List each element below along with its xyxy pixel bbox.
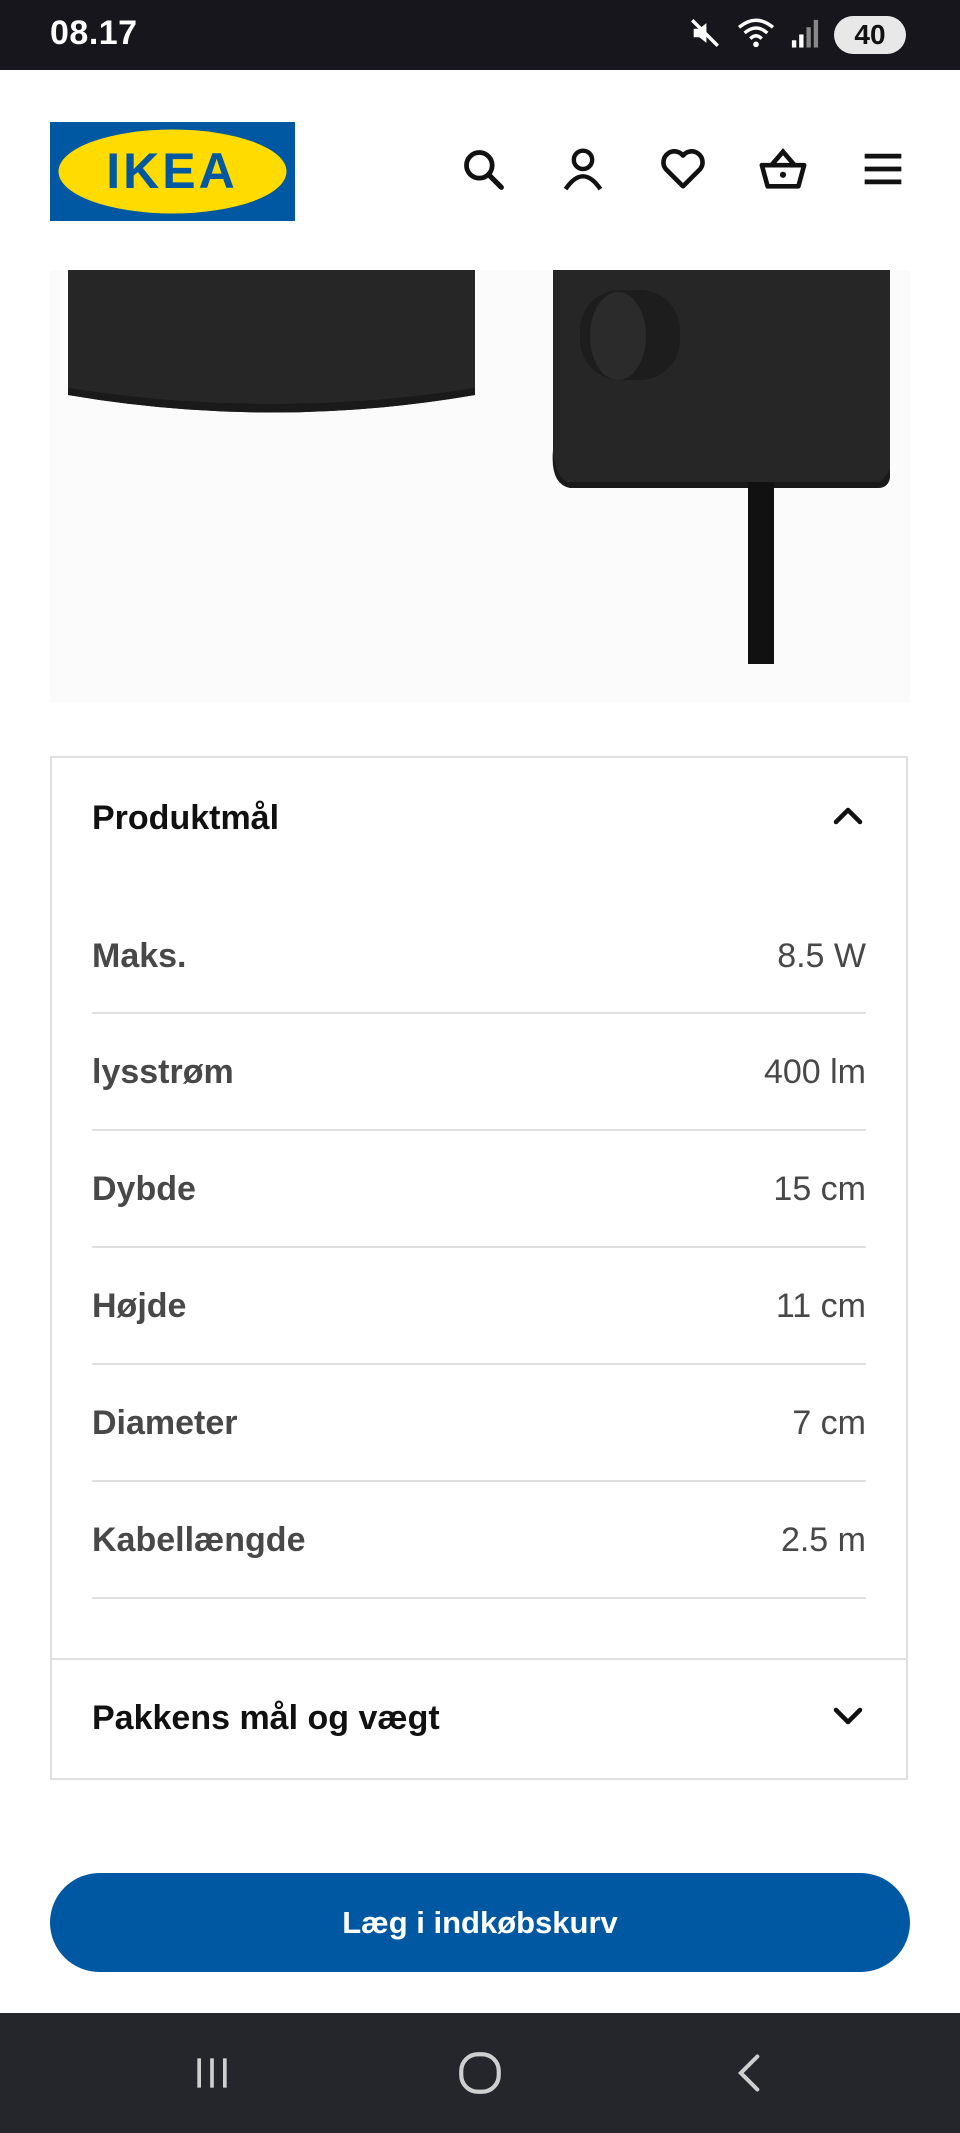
spec-list: Maks. 8.5 W lysstrøm 400 lm Dybde 15 cm …: [92, 900, 866, 1601]
spec-row: Diameter 7 cm: [92, 1367, 866, 1482]
product-dimensions-panel: Produktmål Maks. 8.5 W lysstrøm 400 lm D…: [50, 756, 908, 1780]
chevron-up-icon[interactable]: [830, 798, 866, 839]
spec-label: Kabellængde: [92, 1521, 306, 1559]
spec-value: 11 cm: [775, 1287, 866, 1325]
home-icon[interactable]: [450, 2043, 510, 2103]
spec-label: lysstrøm: [92, 1053, 234, 1091]
spec-row: Dybde 15 cm: [92, 1133, 866, 1248]
package-dimensions-header[interactable]: Pakkens mål og vægt: [92, 1688, 866, 1748]
wifi-icon: [736, 16, 776, 55]
product-image: [50, 270, 910, 702]
ikea-logo[interactable]: IKEA: [50, 122, 295, 221]
header-actions: [456, 142, 910, 196]
status-icons: 40: [688, 14, 906, 56]
add-to-cart-button[interactable]: Læg i indkøbskurv: [50, 1873, 910, 1972]
spec-label: Maks.: [92, 936, 187, 975]
recents-icon[interactable]: [182, 2043, 242, 2103]
logo-text: IKEA: [106, 143, 237, 199]
spec-value: 400 lm: [763, 1053, 866, 1091]
status-time: 08.17: [50, 14, 138, 52]
site-header: IKEA: [0, 70, 960, 270]
product-dimensions-header[interactable]: Produktmål: [92, 788, 866, 848]
section-divider: [52, 1658, 906, 1660]
spec-value: 2.5 m: [780, 1521, 866, 1559]
spec-value: 8.5 W: [777, 936, 866, 975]
spec-row: Højde 11 cm: [92, 1250, 866, 1365]
signal-icon: [790, 17, 820, 54]
spec-row: Kabellængde 2.5 m: [92, 1484, 866, 1599]
system-nav-bar: [0, 2013, 960, 2133]
spec-row: Maks. 8.5 W: [92, 900, 866, 1014]
section-title: Produktmål: [92, 798, 280, 837]
mute-icon: [688, 16, 722, 55]
spec-label: Diameter: [92, 1404, 238, 1442]
spec-value: 15 cm: [773, 1170, 866, 1208]
back-icon[interactable]: [720, 2043, 780, 2103]
section-title: Pakkens mål og vægt: [92, 1698, 440, 1737]
spec-row: lysstrøm 400 lm: [92, 1016, 866, 1131]
chevron-down-icon[interactable]: [830, 1698, 866, 1739]
menu-icon[interactable]: [856, 142, 910, 196]
basket-icon[interactable]: [756, 142, 810, 196]
account-icon[interactable]: [556, 142, 610, 196]
search-icon[interactable]: [456, 142, 510, 196]
battery-indicator: 40: [834, 16, 906, 54]
status-bar: 08.17 40: [0, 0, 960, 70]
spec-label: Dybde: [92, 1170, 196, 1208]
spec-value: 7 cm: [792, 1404, 866, 1442]
heart-icon[interactable]: [656, 142, 710, 196]
spec-label: Højde: [92, 1287, 187, 1325]
